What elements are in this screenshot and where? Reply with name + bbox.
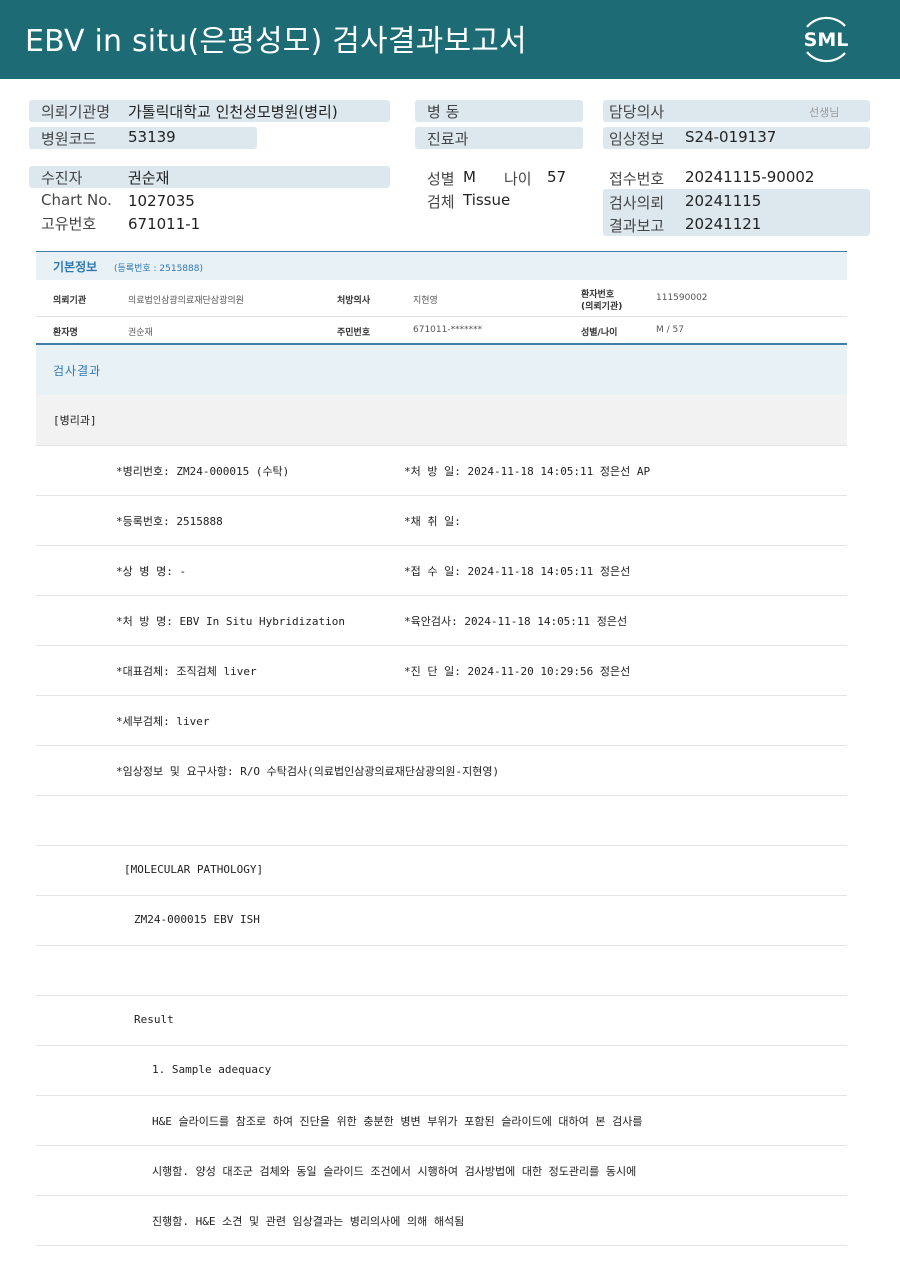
- result-line-left: *병리번호: ZM24-000015 (수탁): [116, 465, 290, 478]
- basic-key: 의뢰기관: [53, 296, 87, 306]
- result-line-right: *채 취 일:: [404, 515, 461, 528]
- basic-key: 성별/나이: [581, 328, 618, 338]
- basic-key-sub: (의뢰기관): [581, 302, 623, 312]
- result-line-left: *대표검체: 조직검체 liver: [116, 665, 257, 678]
- ward-label: 병 동: [427, 103, 460, 121]
- molecular-heading: [MOLECULAR PATHOLOGY]: [124, 863, 264, 876]
- test-line: ZM24-000015 EBV ISH: [134, 913, 260, 926]
- basic-info-title: 기본정보: [53, 260, 98, 274]
- result-line: *임상정보 및 요구사항: R/O 수탁검사(의료법인삼광의료재단삼광의원-지현…: [36, 746, 847, 796]
- sex-label: 성별: [427, 170, 455, 188]
- basic-key: 환자명: [53, 328, 78, 338]
- result-line-right: *처 방 일: 2024-11-18 14:05:11 정은선 AP: [404, 465, 651, 478]
- basic-info-regno: (등록번호 : 2515888): [114, 264, 203, 274]
- paragraph-line: 진행함. H&E 소견 및 관련 임상결과는 병리의사에 의해 해석됨: [152, 1215, 465, 1228]
- unique-label: 고유번호: [41, 215, 97, 233]
- report-title: EBV in situ(은평성모) 검사결과보고서: [25, 24, 527, 59]
- svg-text:SML: SML: [804, 29, 849, 51]
- patient-value: 권순재: [128, 169, 170, 187]
- basic-value: 671011-*******: [413, 325, 483, 335]
- basic-value: 권순재: [128, 328, 153, 338]
- result-title: 검사결과: [53, 364, 102, 378]
- item-row: 1. Sample adequacy: [36, 1046, 847, 1096]
- report-date-label: 결과보고: [609, 217, 665, 235]
- age-label: 나이: [504, 170, 532, 188]
- sml-logo: SML: [797, 12, 855, 66]
- paragraph-row: 진행함. H&E 소견 및 관련 임상결과는 병리의사에 의해 해석됨: [36, 1196, 847, 1246]
- request-date-value: 20241115: [685, 192, 762, 210]
- result-line-right: *육안검사: 2024-11-18 14:05:11 정은선: [404, 615, 628, 628]
- specimen-value: Tissue: [463, 191, 511, 209]
- clinical-info-label: 임상정보: [609, 130, 665, 148]
- receipt-value: 20241115-90002: [685, 168, 815, 186]
- result-header: 검사결과: [36, 345, 847, 395]
- result-line: *등록번호: 2515888 *채 취 일:: [36, 496, 847, 546]
- age-value: 57: [547, 168, 567, 186]
- basic-value: M / 57: [656, 325, 684, 335]
- basic-key: 처방의사: [337, 296, 371, 306]
- result-line-left: *상 병 명: -: [116, 565, 187, 578]
- department-label: 진료과: [427, 130, 469, 148]
- requesting-org-value: 가톨릭대학교 인천성모병원(병리): [128, 103, 338, 121]
- basic-key: 주민번호: [337, 328, 371, 338]
- result-line-left: *임상정보 및 요구사항: R/O 수탁검사(의료법인삼광의료재단삼광의원-지현…: [116, 765, 500, 778]
- basic-value: 111590002: [656, 293, 708, 303]
- department-row: [병리과]: [36, 395, 847, 446]
- molecular-row: [MOLECULAR PATHOLOGY]: [36, 846, 847, 896]
- basic-info-header: 기본정보 (등록번호 : 2515888): [36, 252, 847, 280]
- result-line-left: *처 방 명: EBV In Situ Hybridization: [116, 615, 346, 628]
- result-line-left: *등록번호: 2515888: [116, 515, 223, 528]
- result-line: *대표검체: 조직검체 liver *진 단 일: 2024-11-20 10:…: [36, 646, 847, 696]
- hospital-code-label: 병원코드: [41, 130, 97, 148]
- blank-row: [36, 796, 847, 846]
- result-line-right: *접 수 일: 2024-11-18 14:05:11 정은선: [404, 565, 631, 578]
- result-label: Result: [134, 1013, 174, 1026]
- result-line: *처 방 명: EBV In Situ Hybridization *육안검사:…: [36, 596, 847, 646]
- result-line-left: *세부검체: liver: [116, 715, 210, 728]
- blank-row: [36, 946, 847, 996]
- clinical-info-value: S24-019137: [685, 128, 777, 146]
- specimen-label: 검체: [427, 193, 455, 211]
- sample-adequacy-item: 1. Sample adequacy: [152, 1063, 272, 1076]
- doctor-suffix: 선생님: [809, 106, 840, 119]
- unique-value: 671011-1: [128, 215, 201, 233]
- result-line: *상 병 명: - *접 수 일: 2024-11-18 14:05:11 정은…: [36, 546, 847, 596]
- chart-value: 1027035: [128, 192, 195, 210]
- result-line: *병리번호: ZM24-000015 (수탁) *처 방 일: 2024-11-…: [36, 446, 847, 496]
- patient-label: 수진자: [41, 169, 83, 187]
- sex-value: M: [463, 168, 476, 186]
- report-date-value: 20241121: [685, 215, 762, 233]
- requesting-org-label: 의뢰기관명: [41, 103, 111, 121]
- basic-row-2: 환자명 권순재 주민번호 671011-******* 성별/나이 M / 57: [36, 317, 847, 343]
- hospital-code-value: 53139: [128, 128, 176, 146]
- department-name: [병리과]: [53, 414, 97, 427]
- basic-value: 의료법인삼광의료재단삼광의원: [128, 296, 244, 306]
- paragraph-row: 시행함. 양성 대조군 검체와 동일 슬라이드 조건에서 시행하여 검사방법에 …: [36, 1146, 847, 1196]
- report-header: EBV in situ(은평성모) 검사결과보고서 SML: [0, 0, 900, 79]
- result-line-right: *진 단 일: 2024-11-20 10:29:56 정은선: [404, 665, 631, 678]
- paragraph-row: H&E 슬라이드를 참조로 하여 진단을 위한 충분한 병변 부위가 포함된 슬…: [36, 1096, 847, 1146]
- basic-row-1: 의뢰기관 의료법인삼광의료재단삼광의원 처방의사 지현영 환자번호 (의뢰기관)…: [36, 281, 847, 317]
- receipt-label: 접수번호: [609, 170, 665, 188]
- request-date-label: 검사의뢰: [609, 194, 665, 212]
- result-label-row: Result: [36, 996, 847, 1046]
- paragraph-line: H&E 슬라이드를 참조로 하여 진단을 위한 충분한 병변 부위가 포함된 슬…: [152, 1115, 643, 1128]
- result-line: *세부검체: liver: [36, 696, 847, 746]
- test-row: ZM24-000015 EBV ISH: [36, 896, 847, 946]
- basic-value: 지현영: [413, 296, 438, 306]
- paragraph-line: 시행함. 양성 대조군 검체와 동일 슬라이드 조건에서 시행하여 검사방법에 …: [152, 1165, 637, 1178]
- doctor-label: 담당의사: [609, 103, 665, 121]
- patient-bar: [29, 166, 390, 188]
- chart-label: Chart No.: [41, 191, 112, 209]
